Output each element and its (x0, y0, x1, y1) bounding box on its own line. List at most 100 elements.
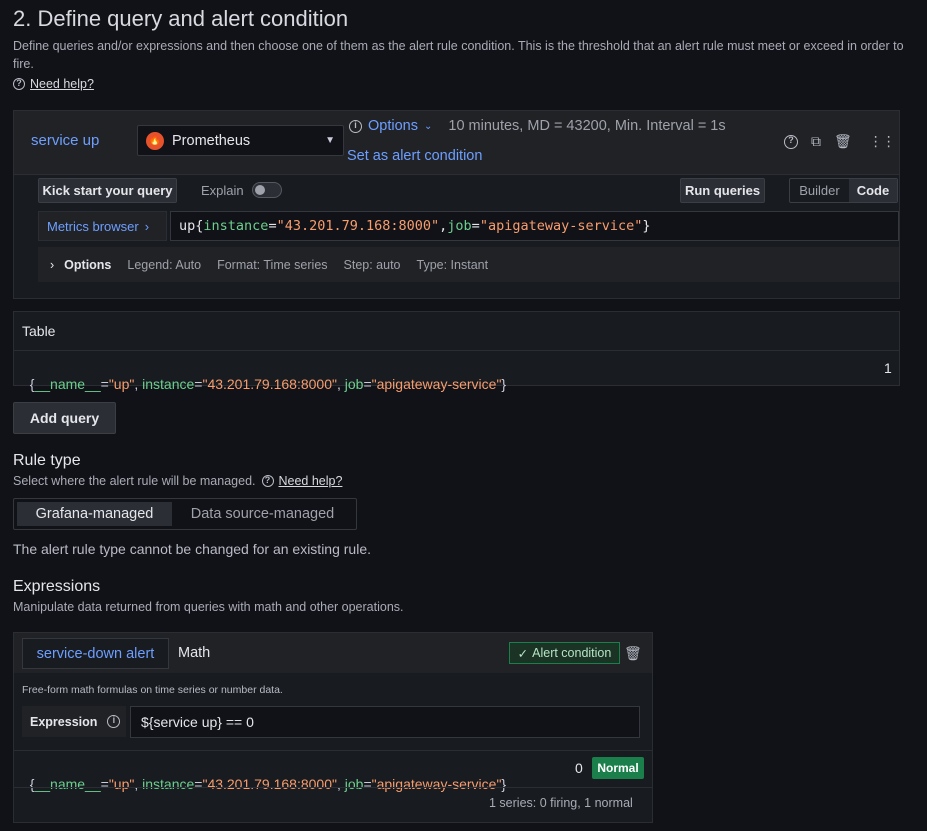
row-sep: , (336, 376, 345, 392)
label-key: instance (142, 776, 195, 792)
query-options-row[interactable]: › Options Legend: Auto Format: Time seri… (38, 247, 899, 282)
rule-type-title: Rule type (13, 452, 81, 469)
rule-type-help-link[interactable]: ? Need help? (261, 474, 343, 488)
query-name[interactable]: service up (31, 132, 99, 149)
expr-label-key: instance (203, 218, 269, 234)
label-value: "up" (108, 776, 135, 792)
explain-toggle[interactable] (252, 182, 282, 198)
label-key: job (344, 376, 364, 392)
datasource-label: Prometheus (172, 132, 251, 149)
expression-input[interactable]: ${service up} == 0 (130, 706, 640, 738)
help-label: Need help? (278, 474, 343, 488)
expr-comma: , (439, 218, 448, 234)
expr-brace: } (642, 218, 651, 234)
row-eq: = (100, 376, 109, 392)
row-brace: } (501, 776, 507, 792)
run-queries-button[interactable]: Run queries (680, 178, 765, 203)
row-brace: } (501, 376, 507, 392)
row-eq: = (363, 376, 372, 392)
divider (14, 350, 899, 351)
expressions-description: Manipulate data returned from queries wi… (13, 600, 404, 614)
alert-condition-label: Alert condition (532, 646, 612, 660)
builder-mode-button[interactable]: Builder (790, 179, 849, 202)
expr-eq: = (268, 218, 277, 234)
rule-type-note: The alert rule type cannot be changed fo… (13, 541, 371, 557)
datasource-picker[interactable]: 🔥 Prometheus ▼ (137, 125, 344, 156)
table-row: {__name__="up", instance="43.201.79.168:… (22, 360, 506, 392)
row-eq: = (363, 776, 372, 792)
prometheus-icon: 🔥 (146, 131, 164, 150)
table-title: Table (22, 323, 56, 339)
series-summary: 1 series: 0 firing, 1 normal (489, 796, 633, 810)
add-query-button[interactable]: Add query (13, 402, 116, 434)
expr-eq: = (471, 218, 480, 234)
label-value: "apigateway-service" (371, 376, 502, 392)
editor-mode-switch: Builder Code (789, 178, 898, 203)
chevron-right-icon: › (144, 218, 150, 234)
chevron-down-icon: ⌄ (423, 120, 433, 132)
kick-start-button[interactable]: Kick start your query (38, 178, 177, 203)
label-key: __name__ (34, 376, 101, 392)
expr-metric: up (179, 218, 196, 234)
expr-label-value: "apigateway-service" (479, 218, 643, 234)
divider (14, 787, 652, 788)
question-icon: ? (13, 78, 25, 90)
delete-icon[interactable]: 🗑 (834, 133, 852, 150)
info-icon: i (107, 715, 121, 728)
type-option: Type: Instant (416, 257, 489, 272)
label-value: "apigateway-service" (371, 776, 502, 792)
query-options-summary: 10 minutes, MD = 43200, Min. Interval = … (448, 118, 726, 134)
query-options-label: Options (64, 257, 112, 272)
row-eq: = (100, 776, 109, 792)
section-title: 2. Define query and alert condition (13, 6, 349, 31)
query-editor[interactable]: up{instance = "43.201.79.168:8000", job = "ap… (170, 211, 899, 241)
divider (14, 750, 652, 751)
delete-icon[interactable]: 🗑 (624, 645, 642, 662)
section-help-link[interactable]: ? Need help? (13, 77, 94, 91)
explain-label: Explain (201, 183, 244, 198)
question-icon: ? (261, 475, 274, 487)
label-key: __name__ (34, 776, 101, 792)
step-option: Step: auto (343, 257, 401, 272)
label-key: instance (142, 376, 195, 392)
row-sep: , (336, 776, 345, 792)
chevron-down-icon: ▼ (325, 135, 335, 146)
drag-handle-icon[interactable]: ⋮⋮ (869, 133, 896, 150)
expression-type: Math (178, 645, 211, 661)
expression-label-box: Expression i (22, 706, 126, 737)
expressions-title: Expressions (13, 578, 101, 595)
format-option: Format: Time series (217, 257, 328, 272)
rule-type-switch: Grafana-managed Data source-managed (13, 498, 357, 530)
help-icon[interactable]: ? (784, 133, 798, 150)
expr-label-key: job (447, 218, 472, 234)
metrics-browser-label: Metrics browser (47, 218, 139, 234)
grafana-managed-option[interactable]: Grafana-managed (17, 502, 172, 526)
alert-condition-badge: ✓ Alert condition (509, 642, 620, 664)
metrics-browser-button[interactable]: Metrics browser › (38, 211, 167, 241)
help-label: Need help? (30, 77, 94, 91)
table-row-value: 1 (884, 360, 892, 376)
duplicate-icon[interactable]: ⧉ (811, 133, 821, 150)
label-key: job (344, 776, 364, 792)
section-description: Define queries and/or expressions and th… (13, 39, 904, 71)
chevron-right-icon: › (50, 257, 55, 272)
row-sep: , (134, 376, 143, 392)
check-icon: ✓ (517, 646, 529, 661)
expression-label: Expression (30, 714, 98, 729)
label-value: "up" (108, 376, 135, 392)
code-mode-button[interactable]: Code (848, 179, 897, 202)
query-options-toggle[interactable]: Options (368, 118, 418, 134)
datasource-managed-option[interactable]: Data source-managed (172, 502, 353, 526)
rule-type-description: Select where the alert rule will be mana… (13, 474, 256, 488)
expression-result-value: 0 (575, 760, 583, 776)
set-alert-condition-button[interactable]: Set as alert condition (347, 148, 482, 164)
row-sep: , (134, 776, 143, 792)
label-value: "43.201.79.168:8000" (202, 776, 337, 792)
expr-brace: { (195, 218, 204, 234)
info-icon: i (349, 119, 362, 133)
status-badge: Normal (592, 757, 644, 779)
legend-option: Legend: Auto (127, 257, 202, 272)
expression-hint: Free-form math formulas on time series o… (22, 684, 283, 696)
expression-name[interactable]: service-down alert (22, 638, 169, 669)
expr-label-value: "43.201.79.168:8000" (276, 218, 440, 234)
